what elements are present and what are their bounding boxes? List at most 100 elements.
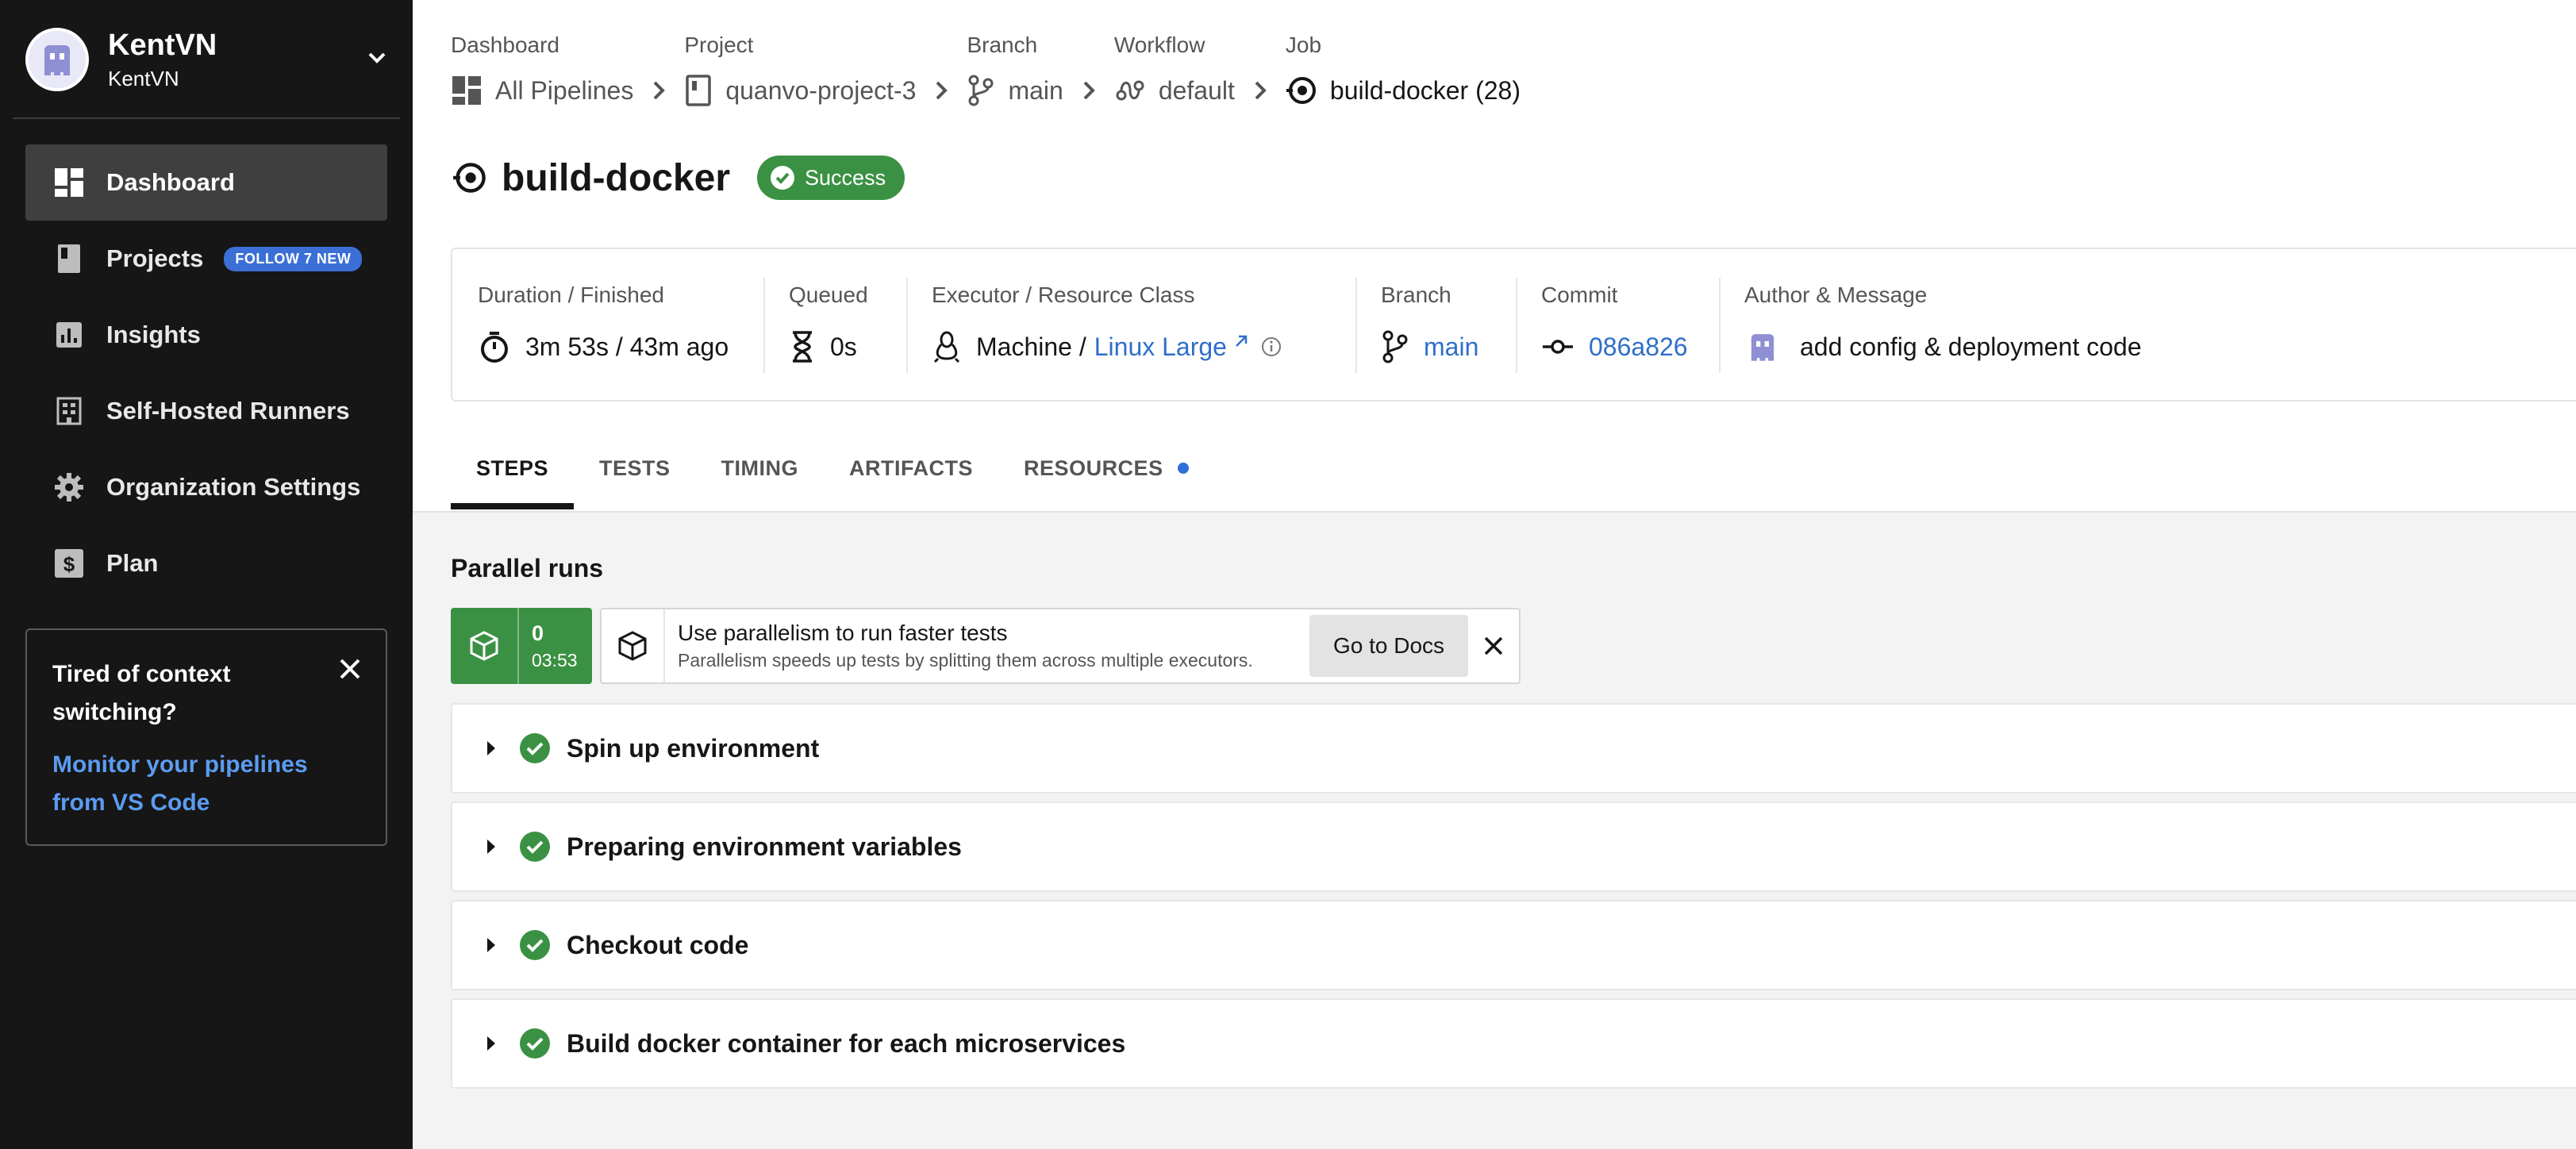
summary-label: Queued (789, 282, 868, 307)
ghost-avatar-icon (44, 45, 70, 75)
commit-icon (1543, 340, 1573, 354)
breadcrumb-branch: Branch main (967, 30, 1063, 108)
linux-icon (933, 331, 960, 363)
sidebar-item-projects[interactable]: Projects FOLLOW 7 NEW (25, 221, 387, 297)
caret-right-icon[interactable] (486, 1035, 497, 1052)
step-row[interactable]: Build docker container for each microser… (451, 998, 2576, 1089)
step-row[interactable]: Preparing environment variables (451, 801, 2576, 892)
status-text: Success (805, 165, 886, 190)
caret-right-icon[interactable] (486, 740, 497, 757)
summary-divider (906, 278, 908, 373)
step-label: Build docker container for each microser… (567, 1028, 1126, 1058)
sidebar-divider (13, 117, 400, 119)
info-icon[interactable] (1260, 336, 1282, 358)
gear-icon (52, 471, 86, 504)
summary-divider (763, 278, 765, 373)
promo-title: Tired of context switching? (52, 661, 231, 725)
promo-link[interactable]: Monitor your pipelines from VS Code (52, 746, 354, 822)
tab-tests[interactable]: TESTS (574, 444, 696, 492)
summary-branch: Branch main (1381, 249, 1478, 400)
sidebar-item-insights[interactable]: Insights (25, 297, 387, 373)
tab-timing[interactable]: TIMING (696, 444, 825, 492)
branch-icon (1382, 330, 1408, 363)
status-badge: Success (757, 156, 905, 200)
workflow-icon (1116, 80, 1144, 101)
external-link-icon[interactable] (1232, 332, 1251, 351)
chevron-down-icon[interactable] (363, 44, 390, 75)
commit-message: add config & deployment code (1800, 332, 2142, 361)
resource-class-link[interactable]: Linux Large (1094, 332, 1227, 362)
org-avatar (25, 28, 89, 91)
breadcrumb-value: All Pipelines (495, 75, 634, 105)
summary-divider (1516, 278, 1517, 373)
cube-icon (451, 629, 517, 663)
caret-right-icon[interactable] (486, 838, 497, 855)
breadcrumb-current-job: build-docker (28) (1286, 73, 1521, 108)
sidebar: KentVN KentVN Dashboard Projects FOLLOW … (0, 0, 413, 1149)
parallel-runs-title: Parallel runs (451, 554, 604, 582)
parallel-run-0[interactable]: 0 03:53 (451, 608, 592, 684)
runners-icon (52, 394, 86, 428)
breadcrumb-link-all-pipelines[interactable]: All Pipelines (451, 73, 633, 108)
breadcrumb-value: quanvo-project-3 (725, 75, 917, 105)
tab-resources[interactable]: RESOURCES (998, 444, 1214, 492)
sidebar-item-dashboard[interactable]: Dashboard (25, 144, 387, 221)
author-avatar-icon[interactable] (1744, 329, 1781, 365)
org-name: KentVN (108, 29, 217, 62)
new-indicator-dot (1177, 463, 1189, 474)
breadcrumb-value: default (1158, 75, 1235, 105)
summary-author: Author & Message add config & deployment… (1744, 249, 2142, 400)
dashboard-icon (452, 76, 481, 105)
breadcrumb-value: main (1008, 75, 1063, 105)
sidebar-item-organization-settings[interactable]: Organization Settings (25, 449, 387, 525)
summary-label: Duration / Finished (478, 282, 665, 307)
project-icon (686, 75, 712, 106)
follow-new-badge[interactable]: FOLLOW 7 NEW (224, 246, 363, 271)
breadcrumb-link-project[interactable]: quanvo-project-3 (684, 73, 916, 108)
job-icon (453, 163, 486, 193)
check-circle-icon (520, 1028, 550, 1059)
branch-link[interactable]: main (1424, 332, 1478, 362)
close-icon[interactable] (338, 657, 362, 685)
main-content: Dashboard All Pipelines Project quanvo-p… (413, 0, 2576, 1149)
sidebar-item-plan[interactable]: $ Plan (25, 525, 387, 601)
caret-right-icon[interactable] (486, 936, 497, 954)
job-summary: Duration / Finished 3m 53s / 43m ago Que… (451, 248, 2576, 402)
sidebar-item-self-hosted-runners[interactable]: Self-Hosted Runners (25, 373, 387, 449)
summary-label: Branch (1381, 282, 1451, 307)
chevron-right-icon (933, 73, 949, 108)
sidebar-item-label: Dashboard (106, 168, 235, 196)
vscode-promo-card: Tired of context switching? Monitor your… (25, 628, 387, 846)
commit-link[interactable]: 086a826 (1589, 332, 1688, 362)
chevron-right-icon (1081, 73, 1097, 108)
breadcrumb-workflow: Workflow default (1114, 30, 1235, 108)
sidebar-item-label: Projects (106, 244, 204, 272)
go-to-docs-button[interactable]: Go to Docs (1309, 615, 1468, 677)
run-divider (517, 608, 519, 684)
job-title-row: build-docker Success (452, 156, 905, 200)
summary-label: Author & Message (1744, 282, 1928, 307)
executor-machine: Machine / (976, 332, 1086, 361)
job-header: Dashboard All Pipelines Project quanvo-p… (413, 0, 2576, 513)
step-label: Preparing environment variables (567, 832, 962, 861)
tab-steps[interactable]: STEPS (451, 444, 575, 509)
tabs-divider (413, 511, 2576, 513)
breadcrumb-link-branch[interactable]: main (967, 73, 1063, 108)
hourglass-icon (793, 331, 812, 363)
summary-executor: Executor / Resource Class Machine / Linu… (932, 249, 1282, 400)
close-icon[interactable] (1468, 635, 1519, 657)
org-switcher[interactable]: KentVN KentVN (25, 24, 390, 95)
breadcrumb-label: Workflow (1113, 33, 1205, 57)
page-title: build-docker (502, 156, 731, 199)
banner-title: Use parallelism to run faster tests (678, 621, 1008, 645)
step-row[interactable]: Checkout code (451, 900, 2576, 990)
breadcrumb-link-workflow[interactable]: default (1114, 73, 1235, 108)
svg-text:$: $ (63, 552, 75, 576)
step-row[interactable]: Spin up environment (451, 703, 2576, 794)
summary-divider (1355, 278, 1357, 373)
branch-icon (968, 75, 994, 106)
sidebar-item-label: Self-Hosted Runners (106, 397, 350, 425)
summary-duration: Duration / Finished 3m 53s / 43m ago (478, 249, 729, 400)
tab-artifacts[interactable]: ARTIFACTS (824, 444, 998, 492)
summary-divider (1719, 278, 1721, 373)
